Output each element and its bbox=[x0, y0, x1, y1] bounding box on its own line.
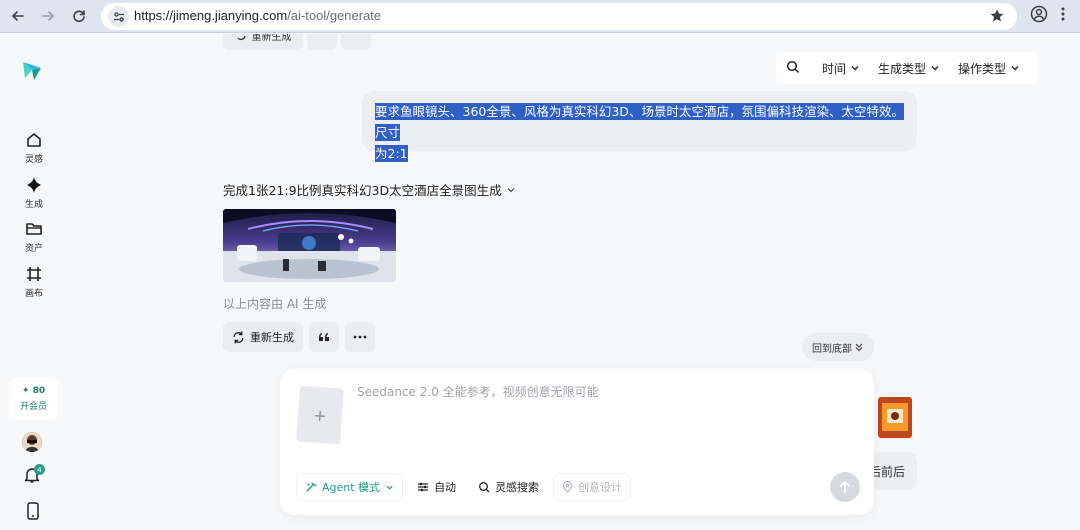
generated-image[interactable] bbox=[223, 209, 396, 282]
result-title-text: 完成1张21:9比例真实科幻3D太空酒店全景图生成 bbox=[223, 183, 502, 198]
sparkle-icon bbox=[27, 177, 41, 193]
refresh-icon bbox=[236, 34, 246, 41]
regenerate-label: 重新生成 bbox=[251, 34, 292, 43]
filter-time[interactable]: 时间 bbox=[822, 60, 860, 77]
site-info-icon[interactable] bbox=[108, 6, 129, 27]
chevron-down-icon bbox=[1011, 66, 1019, 71]
avatar[interactable] bbox=[22, 432, 42, 452]
result-title[interactable]: 完成1张21:9比例真实科幻3D太空酒店全景图生成 bbox=[223, 180, 516, 199]
regenerate-button-top[interactable]: 重新生成 bbox=[223, 34, 303, 50]
location-pin-icon bbox=[562, 481, 573, 493]
ai-generated-note: 以上内容由 AI 生成 bbox=[223, 297, 327, 311]
partial-chip-text: 后前后 bbox=[869, 464, 906, 479]
sidebar-item-label: 资产 bbox=[24, 244, 43, 254]
more-button-top[interactable] bbox=[341, 34, 371, 50]
url-path: /ai-tool/generate bbox=[287, 8, 382, 23]
back-to-bottom-label: 回到底部 bbox=[812, 343, 852, 355]
filter-gen-type-label: 生成类型 bbox=[878, 61, 927, 76]
quote-icon bbox=[319, 333, 329, 341]
search-icon[interactable] bbox=[786, 60, 800, 77]
more-button[interactable] bbox=[345, 322, 375, 352]
auto-label: 自动 bbox=[434, 481, 457, 494]
composer-toolbar: Agent 模式 自动 灵感搜索 创意设计 bbox=[296, 473, 632, 501]
inspiration-search-button[interactable]: 灵感搜索 bbox=[470, 473, 547, 501]
sidebar-item-inspiration[interactable]: 灵感 bbox=[10, 131, 58, 169]
creative-design-label: 创意设计 bbox=[578, 481, 623, 494]
search-refresh-icon bbox=[479, 482, 490, 493]
agent-wand-icon bbox=[306, 482, 317, 492]
plus-icon: + bbox=[312, 405, 328, 425]
inspiration-search-label: 灵感搜索 bbox=[495, 481, 540, 494]
notification-badge: 4 bbox=[34, 464, 45, 475]
send-button[interactable] bbox=[830, 472, 860, 502]
credits-card[interactable]: ✦ 80 开会员 bbox=[9, 377, 58, 420]
home-icon bbox=[27, 133, 41, 147]
filter-time-label: 时间 bbox=[822, 61, 847, 76]
mobile-icon[interactable] bbox=[26, 502, 40, 523]
back-to-bottom-button[interactable]: 回到底部 bbox=[802, 333, 874, 361]
left-sidebar: 灵感 生成 资产 画布 ✦ 80 开会员 4 bbox=[0, 34, 67, 530]
filter-op-type-label: 操作类型 bbox=[958, 61, 1007, 76]
agent-mode-dropdown[interactable]: Agent 模式 bbox=[296, 473, 404, 501]
sidebar-item-canvas[interactable]: 画布 bbox=[10, 265, 58, 303]
canvas-icon bbox=[27, 267, 41, 281]
reload-icon[interactable] bbox=[67, 5, 91, 27]
filter-generation-type[interactable]: 生成类型 bbox=[878, 60, 940, 77]
prompt-text-line2: 为2:1 bbox=[375, 145, 408, 162]
more-dots-icon bbox=[353, 335, 367, 339]
folder-icon bbox=[26, 223, 42, 235]
quote-button-top[interactable] bbox=[307, 34, 337, 50]
previous-actions-row: 重新生成 bbox=[223, 34, 371, 50]
back-arrow-icon[interactable] bbox=[6, 5, 30, 27]
sidebar-item-generate[interactable]: 生成 bbox=[10, 176, 58, 214]
filter-bar: 时间 生成类型 操作类型 bbox=[776, 52, 1037, 84]
arrow-up-icon bbox=[840, 481, 850, 493]
chevron-down-icon bbox=[386, 485, 393, 490]
address-bar[interactable]: https://jimeng.jianying.com/ai-tool/gene… bbox=[101, 3, 1017, 30]
sidebar-item-label: 生成 bbox=[24, 200, 43, 210]
quote-button[interactable] bbox=[309, 322, 339, 352]
sidebar-item-label: 灵感 bbox=[24, 155, 43, 165]
auto-settings-button[interactable]: 自动 bbox=[409, 473, 464, 501]
forward-arrow-icon[interactable] bbox=[36, 5, 60, 27]
double-chevron-down-icon bbox=[855, 343, 863, 352]
creative-design-button[interactable]: 创意设计 bbox=[553, 473, 632, 501]
url-host: https://jimeng.jianying.com bbox=[134, 8, 288, 23]
browser-toolbar: https://jimeng.jianying.com/ai-tool/gene… bbox=[0, 0, 1080, 33]
bookmark-star-icon[interactable] bbox=[989, 8, 1005, 27]
user-prompt-bubble[interactable]: 要求鱼眼镜头、360全景、风格为真实科幻3D、场景时太空酒店，氛围偏科技渲染、太… bbox=[362, 91, 917, 162]
prompt-input[interactable] bbox=[357, 382, 837, 402]
reference-thumbnail[interactable] bbox=[878, 397, 912, 438]
chevron-down-icon bbox=[931, 66, 939, 71]
sliders-icon bbox=[418, 482, 429, 492]
regenerate-button[interactable]: 重新生成 bbox=[223, 322, 303, 352]
sidebar-item-label: 画布 bbox=[24, 289, 43, 299]
kebab-menu-icon[interactable] bbox=[1060, 5, 1066, 26]
jimeng-logo-icon[interactable] bbox=[20, 58, 44, 85]
profile-icon[interactable] bbox=[1030, 5, 1048, 26]
agent-mode-label: Agent 模式 bbox=[322, 481, 381, 494]
credits-count: ✦ 80 bbox=[21, 385, 46, 396]
prompt-composer: + Agent 模式 自动 灵感搜索 创意设计 bbox=[280, 369, 874, 515]
result-actions: 重新生成 bbox=[223, 322, 375, 352]
regenerate-label: 重新生成 bbox=[250, 331, 294, 344]
chevron-down-icon bbox=[507, 187, 515, 192]
upload-reference-button[interactable]: + bbox=[296, 385, 344, 445]
sidebar-item-assets[interactable]: 资产 bbox=[10, 220, 58, 258]
vip-label: 开会员 bbox=[19, 401, 47, 412]
chevron-down-icon bbox=[851, 66, 859, 71]
refresh-icon bbox=[233, 330, 244, 344]
filter-operation-type[interactable]: 操作类型 bbox=[958, 60, 1020, 77]
url-text[interactable]: https://jimeng.jianying.com/ai-tool/gene… bbox=[134, 8, 381, 23]
prompt-text-line1: 要求鱼眼镜头、360全景、风格为真实科幻3D、场景时太空酒店，氛围偏科技渲染、太… bbox=[375, 103, 904, 141]
